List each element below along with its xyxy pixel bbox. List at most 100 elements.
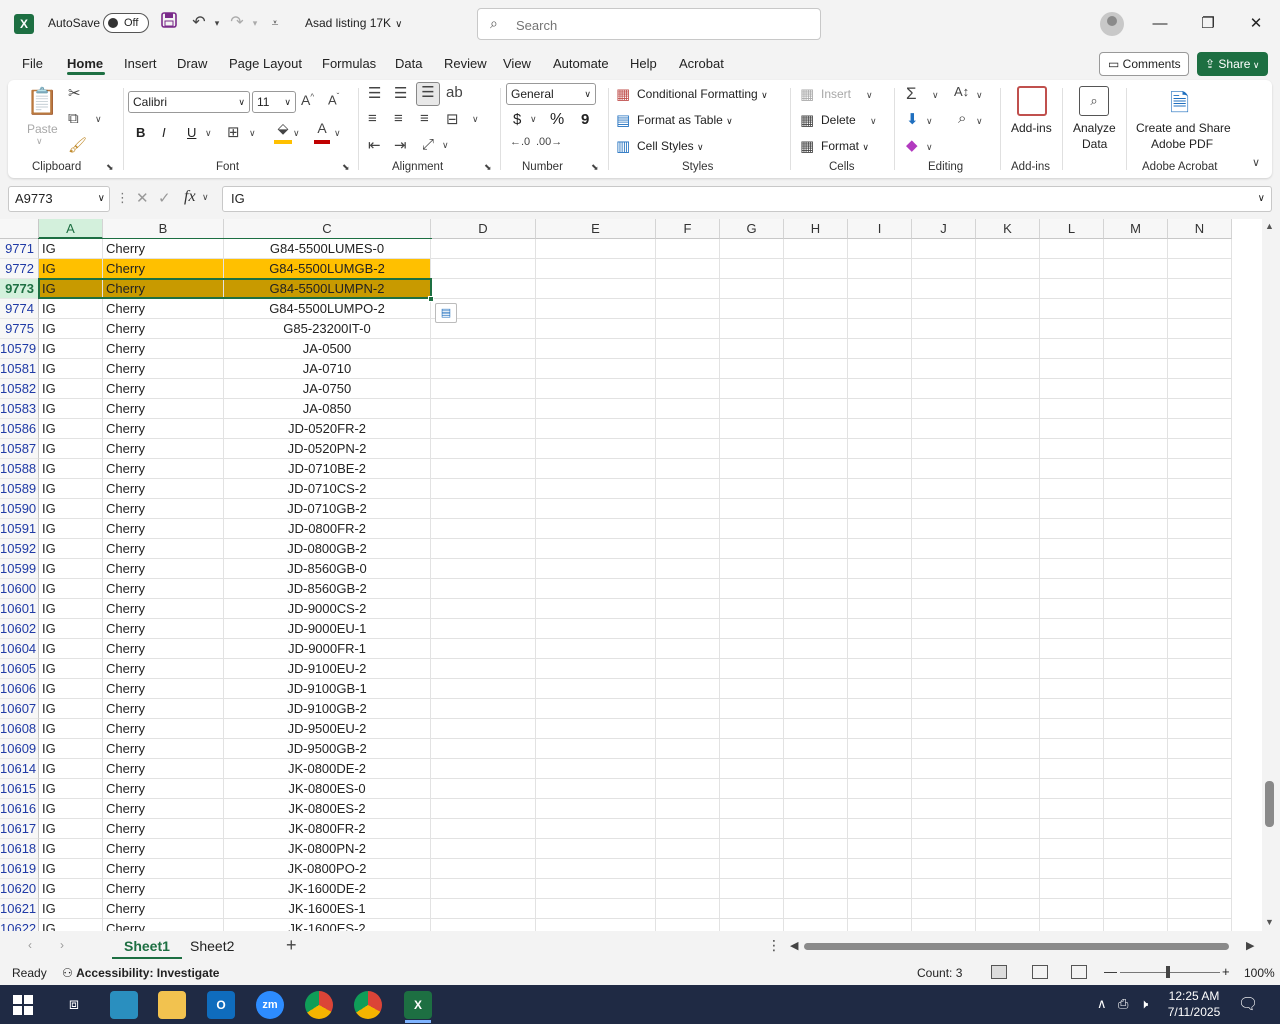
cell-b[interactable]: Cherry [103, 379, 224, 399]
empty-cell[interactable] [431, 839, 536, 859]
empty-cell[interactable] [784, 779, 848, 799]
empty-cell[interactable] [720, 559, 784, 579]
cell-b[interactable]: Cherry [103, 879, 224, 899]
worksheet-grid[interactable]: ABCDEFGHIJKLMN 9771 IG Cherry G84-5500LUMES… [0, 219, 1262, 931]
row-header[interactable]: 9773 [0, 279, 39, 299]
comma-style-button[interactable]: 9 [581, 111, 589, 128]
chrome-icon[interactable] [305, 991, 333, 1019]
empty-cell[interactable] [536, 359, 656, 379]
empty-cell[interactable] [1040, 499, 1104, 519]
add-ins-icon[interactable] [1017, 86, 1047, 116]
network-icon[interactable]: ⎙ [1118, 996, 1128, 1012]
empty-cell[interactable] [912, 879, 976, 899]
empty-cell[interactable] [1040, 459, 1104, 479]
analyze-data-line1[interactable]: Analyze [1073, 121, 1116, 135]
empty-cell[interactable] [720, 439, 784, 459]
cell-a[interactable]: IG [39, 679, 103, 699]
format-cells-icon[interactable]: ▦ [800, 137, 814, 155]
empty-cell[interactable] [656, 679, 720, 699]
empty-cell[interactable] [912, 819, 976, 839]
empty-cell[interactable] [848, 579, 912, 599]
empty-cell[interactable] [1040, 859, 1104, 879]
empty-cell[interactable] [1104, 779, 1168, 799]
expand-formula-icon[interactable]: ∨ [1258, 187, 1265, 211]
cell-a[interactable]: IG [39, 599, 103, 619]
empty-cell[interactable] [784, 799, 848, 819]
add-sheet-icon[interactable]: + [286, 935, 297, 956]
tab-insert[interactable]: Insert [124, 56, 157, 71]
empty-cell[interactable] [912, 779, 976, 799]
empty-cell[interactable] [656, 819, 720, 839]
empty-cell[interactable] [431, 659, 536, 679]
empty-cell[interactable] [912, 259, 976, 279]
empty-cell[interactable] [536, 739, 656, 759]
empty-cell[interactable] [536, 339, 656, 359]
empty-cell[interactable] [784, 359, 848, 379]
empty-cell[interactable] [1168, 699, 1232, 719]
empty-cell[interactable] [784, 299, 848, 319]
empty-cell[interactable] [656, 699, 720, 719]
cell-a[interactable]: IG [39, 839, 103, 859]
zoom-level[interactable]: 100% [1244, 966, 1275, 980]
cell-b[interactable]: Cherry [103, 439, 224, 459]
align-top-icon[interactable]: ☰ [368, 84, 381, 102]
empty-cell[interactable] [1168, 559, 1232, 579]
cell-a[interactable]: IG [39, 359, 103, 379]
row-header[interactable]: 9771 [0, 239, 39, 259]
increase-indent-icon[interactable]: ⇥ [394, 136, 407, 154]
empty-cell[interactable] [720, 459, 784, 479]
empty-cell[interactable] [784, 419, 848, 439]
add-ins-button[interactable]: Add-ins [1011, 121, 1052, 135]
cell-a[interactable]: IG [39, 899, 103, 919]
italic-button[interactable]: I [162, 125, 166, 140]
empty-cell[interactable] [720, 619, 784, 639]
next-sheet-icon[interactable]: › [60, 938, 64, 952]
empty-cell[interactable] [1104, 859, 1168, 879]
cell-a[interactable]: IG [39, 539, 103, 559]
insert-dropdown-icon[interactable]: ∨ [866, 90, 873, 101]
empty-cell[interactable] [784, 619, 848, 639]
tab-help[interactable]: Help [630, 56, 657, 71]
comments-button[interactable]: ▭ Comments [1099, 52, 1189, 76]
empty-cell[interactable] [1040, 779, 1104, 799]
find-select-icon[interactable]: ⌕ [958, 110, 966, 127]
empty-cell[interactable] [431, 459, 536, 479]
empty-cell[interactable] [1168, 299, 1232, 319]
empty-cell[interactable] [1040, 439, 1104, 459]
tab-file[interactable]: File [22, 56, 43, 71]
empty-cell[interactable] [431, 359, 536, 379]
cell-c[interactable]: JD-9500EU-2 [224, 719, 431, 739]
empty-cell[interactable] [720, 379, 784, 399]
empty-cell[interactable] [912, 539, 976, 559]
row-header[interactable]: 10579 [0, 339, 39, 359]
empty-cell[interactable] [720, 799, 784, 819]
empty-cell[interactable] [912, 339, 976, 359]
empty-cell[interactable] [1040, 339, 1104, 359]
empty-cell[interactable] [784, 279, 848, 299]
empty-cell[interactable] [976, 539, 1040, 559]
empty-cell[interactable] [536, 259, 656, 279]
empty-cell[interactable] [784, 459, 848, 479]
page-break-view-icon[interactable] [1071, 965, 1087, 979]
empty-cell[interactable] [912, 759, 976, 779]
empty-cell[interactable] [656, 739, 720, 759]
column-header-b[interactable]: B [103, 219, 224, 239]
row-header[interactable]: 10583 [0, 399, 39, 419]
avatar[interactable] [1100, 12, 1124, 36]
empty-cell[interactable] [848, 519, 912, 539]
empty-cell[interactable] [1104, 539, 1168, 559]
empty-cell[interactable] [1104, 279, 1168, 299]
align-middle-icon[interactable]: ☰ [394, 84, 407, 102]
empty-cell[interactable] [976, 559, 1040, 579]
empty-cell[interactable] [656, 539, 720, 559]
empty-cell[interactable] [784, 739, 848, 759]
cell-b[interactable]: Cherry [103, 819, 224, 839]
clipboard-launcher-icon[interactable]: ⬊ [106, 162, 114, 173]
notifications-icon[interactable]: 🗨 [1238, 994, 1258, 1014]
cell-c[interactable]: JD-0710GB-2 [224, 499, 431, 519]
row-header[interactable]: 10592 [0, 539, 39, 559]
cell-c[interactable]: JD-9100EU-2 [224, 659, 431, 679]
empty-cell[interactable] [431, 239, 536, 259]
empty-cell[interactable] [1168, 359, 1232, 379]
empty-cell[interactable] [1040, 399, 1104, 419]
